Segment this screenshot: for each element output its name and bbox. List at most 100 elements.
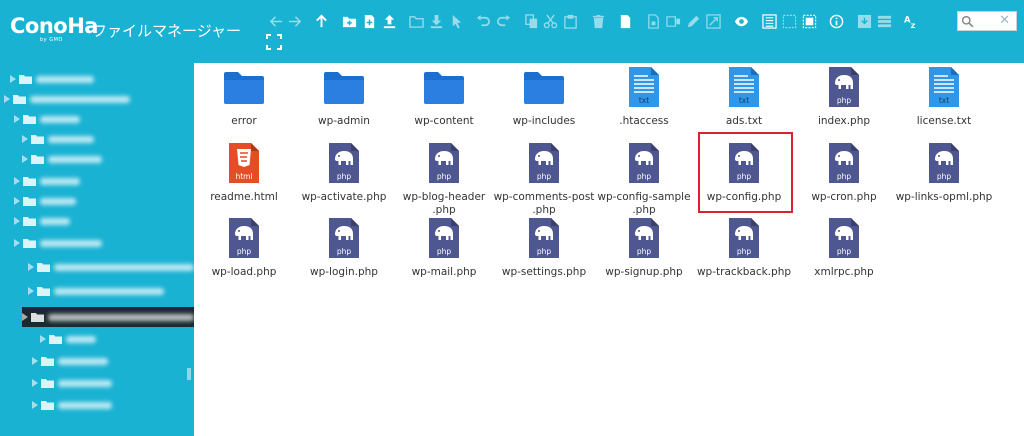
file-item[interactable]: html readme.html — [194, 143, 294, 215]
file-item[interactable]: php wp-config-sample .php — [594, 143, 694, 216]
tree-expand-icon[interactable] — [14, 115, 20, 123]
file-item[interactable]: php wp-cron.php — [794, 143, 894, 215]
file-item[interactable]: php xmlrpc.php — [794, 218, 894, 290]
file-item[interactable]: txt .htaccess — [594, 67, 694, 139]
svg-text:php: php — [837, 172, 852, 181]
deselect-button[interactable] — [780, 10, 798, 32]
tree-expand-icon[interactable] — [40, 335, 46, 343]
copy-button[interactable] — [522, 10, 540, 32]
extract-button[interactable] — [664, 10, 682, 32]
archive-button[interactable] — [644, 10, 662, 32]
tree-expand-icon[interactable] — [14, 197, 20, 205]
tree-item-label — [58, 379, 112, 387]
tree-expand-icon[interactable] — [32, 357, 38, 365]
file-item[interactable]: php index.php — [794, 67, 894, 139]
tree-expand-icon[interactable] — [32, 379, 38, 387]
tree-expand-icon[interactable] — [22, 155, 28, 163]
new-folder-button[interactable] — [340, 10, 358, 32]
tree-item[interactable] — [32, 351, 108, 371]
tree-expand-icon[interactable] — [4, 95, 10, 103]
file-item[interactable]: php wp-settings.php — [494, 218, 594, 290]
folder-item[interactable]: wp-admin — [294, 67, 394, 139]
file-item[interactable]: php wp-mail.php — [394, 218, 494, 290]
tree-item[interactable] — [14, 211, 70, 231]
edit-button[interactable] — [684, 10, 702, 32]
tree-expand-icon[interactable] — [28, 287, 34, 295]
app-title: ファイルマネージャー — [92, 22, 241, 40]
file-icon-wrap: php — [594, 218, 694, 258]
redo-button[interactable] — [494, 10, 512, 32]
file-item[interactable]: php wp-signup.php — [594, 218, 694, 290]
views-icon-button[interactable] — [855, 10, 873, 32]
tree-item[interactable] — [14, 191, 76, 211]
back-arrow-button[interactable] — [267, 10, 285, 32]
tree-item[interactable] — [14, 171, 80, 191]
tree-item[interactable] — [14, 109, 80, 129]
search-box[interactable]: ✕ — [957, 11, 1017, 31]
clear-search-icon[interactable]: ✕ — [999, 13, 1010, 28]
tree-expand-icon[interactable] — [32, 401, 38, 409]
file-item[interactable]: php wp-login.php — [294, 218, 394, 290]
select-button[interactable] — [447, 10, 465, 32]
tree-item[interactable] — [32, 395, 112, 415]
invert-select-button[interactable] — [800, 10, 818, 32]
duplicate-icon — [620, 14, 630, 28]
php-file-icon: php — [629, 143, 659, 183]
tree-item-label — [48, 155, 102, 163]
tree-item[interactable] — [40, 329, 96, 349]
file-item[interactable]: php wp-load.php — [194, 218, 294, 290]
tree-item[interactable] — [28, 281, 164, 301]
tree-item[interactable] — [22, 149, 102, 169]
folder-item[interactable]: wp-includes — [494, 67, 594, 139]
select-all-button[interactable] — [760, 10, 778, 32]
tree-item[interactable] — [4, 89, 130, 109]
upload-button[interactable] — [380, 10, 398, 32]
info-button[interactable] — [827, 10, 845, 32]
file-name: wp-settings.php — [501, 266, 587, 278]
file-item[interactable]: php wp-activate.php — [294, 143, 394, 215]
view-list-button[interactable] — [875, 10, 893, 32]
forward-arrow-button[interactable] — [285, 10, 303, 32]
new-file-button[interactable] — [360, 10, 378, 32]
undo-button[interactable] — [474, 10, 492, 32]
tree-item[interactable] — [10, 69, 94, 89]
toolbar: AZ — [264, 10, 964, 32]
up-arrow-button[interactable] — [312, 10, 330, 32]
tree-item[interactable] — [32, 373, 112, 393]
tree-item[interactable] — [22, 129, 94, 149]
file-item[interactable]: php wp-comments-post .php — [494, 143, 594, 216]
delete-button[interactable] — [589, 10, 607, 32]
tree-expand-icon[interactable] — [10, 75, 16, 83]
file-item[interactable]: php wp-trackback.php — [694, 218, 794, 290]
folder-item[interactable]: wp-content — [394, 67, 494, 139]
sidebar-resize-handle[interactable] — [187, 368, 191, 380]
tree-expand-icon[interactable] — [14, 177, 20, 185]
file-name: error — [231, 115, 257, 127]
tree-item[interactable] — [22, 307, 194, 327]
file-item[interactable]: txt license.txt — [894, 67, 994, 139]
cut-button[interactable] — [541, 10, 559, 32]
file-name: wp-login.php — [310, 266, 378, 278]
resize-button[interactable] — [704, 10, 722, 32]
open-button[interactable] — [407, 10, 425, 32]
folder-item[interactable]: error — [194, 67, 294, 139]
tree-expand-icon[interactable] — [14, 217, 20, 225]
tree-expand-icon[interactable] — [14, 239, 20, 247]
tree-item[interactable] — [28, 257, 194, 277]
download-button[interactable] — [427, 10, 445, 32]
search-input[interactable] — [976, 13, 998, 29]
preview-button[interactable] — [732, 10, 750, 32]
tree-expand-icon[interactable] — [28, 263, 34, 271]
file-item[interactable]: php wp-blog-header .php — [394, 143, 494, 216]
fullscreen-icon[interactable] — [266, 34, 282, 50]
tree-expand-icon[interactable] — [22, 313, 28, 321]
tree-expand-icon[interactable] — [22, 135, 28, 143]
tree-item[interactable] — [14, 233, 102, 253]
paste-button[interactable] — [561, 10, 579, 32]
file-item[interactable]: txt ads.txt — [694, 67, 794, 139]
sort-button[interactable]: AZ — [902, 10, 920, 32]
duplicate-button[interactable] — [616, 10, 634, 32]
svg-text:txt: txt — [739, 96, 749, 105]
tree-item-label — [40, 239, 102, 247]
file-item[interactable]: php wp-links-opml.php — [894, 143, 994, 215]
